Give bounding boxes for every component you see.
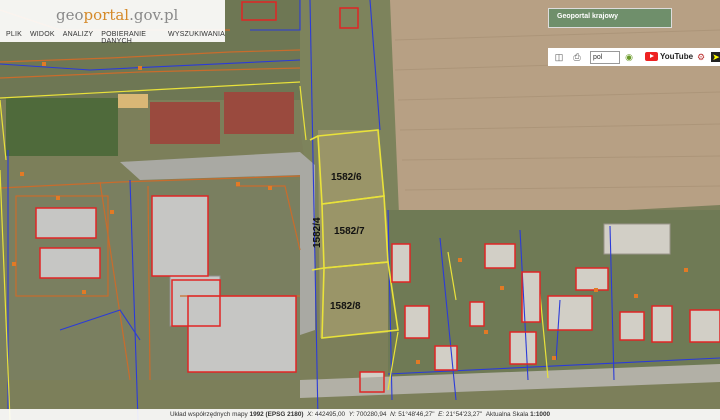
save-icon[interactable]: ◫ <box>554 52 564 62</box>
menu-plik[interactable]: PLIK <box>6 31 22 45</box>
youtube-link[interactable]: YouTube <box>645 51 693 63</box>
arrow-icon[interactable]: ➤ <box>711 52 720 62</box>
header-panel: geoportal.gov.pl PLIK WIDOK ANALIZY POBI… <box>0 0 225 45</box>
geoportal-logo[interactable]: geoportal.gov.pl <box>56 6 178 24</box>
menu-analizy[interactable]: ANALIZY <box>63 31 94 45</box>
youtube-icon <box>645 52 658 62</box>
parcel-label-1582-4: 1582/4 <box>312 217 323 248</box>
regional-geoportal-label: Geoportal krajowy <box>557 13 619 20</box>
parcel-label-1582-7: 1582/7 <box>334 226 365 237</box>
parcel-label-1582-6: 1582/6 <box>331 172 362 183</box>
menu-pobieranie-danych[interactable]: POBIERANIE DANYCH <box>101 31 160 45</box>
menu-widok[interactable]: WIDOK <box>30 31 55 45</box>
regional-geoportal-button[interactable]: Geoportal krajowy <box>548 8 672 28</box>
status-bar: Układ współrzędnych mapy 1992 (EPSG 2180… <box>0 409 720 420</box>
toolbar: ◫ ⎙ pol ◉ YouTube ⚙ ➤ <box>548 48 720 66</box>
print-icon[interactable]: ⎙ <box>572 52 582 62</box>
language-select[interactable]: pol <box>590 51 620 64</box>
scale-value: 1:1000 <box>530 411 551 418</box>
main-menu: PLIK WIDOK ANALIZY POBIERANIE DANYCH WYS… <box>6 31 225 45</box>
help-icon[interactable]: ◉ <box>624 52 634 62</box>
menu-wyszukiwania[interactable]: WYSZUKIWANIA <box>168 31 225 45</box>
gear-icon[interactable]: ⚙ <box>696 52 706 62</box>
crs-value: 1992 (EPSG 2180) <box>249 411 304 418</box>
parcel-label-1582-8: 1582/8 <box>330 301 361 312</box>
